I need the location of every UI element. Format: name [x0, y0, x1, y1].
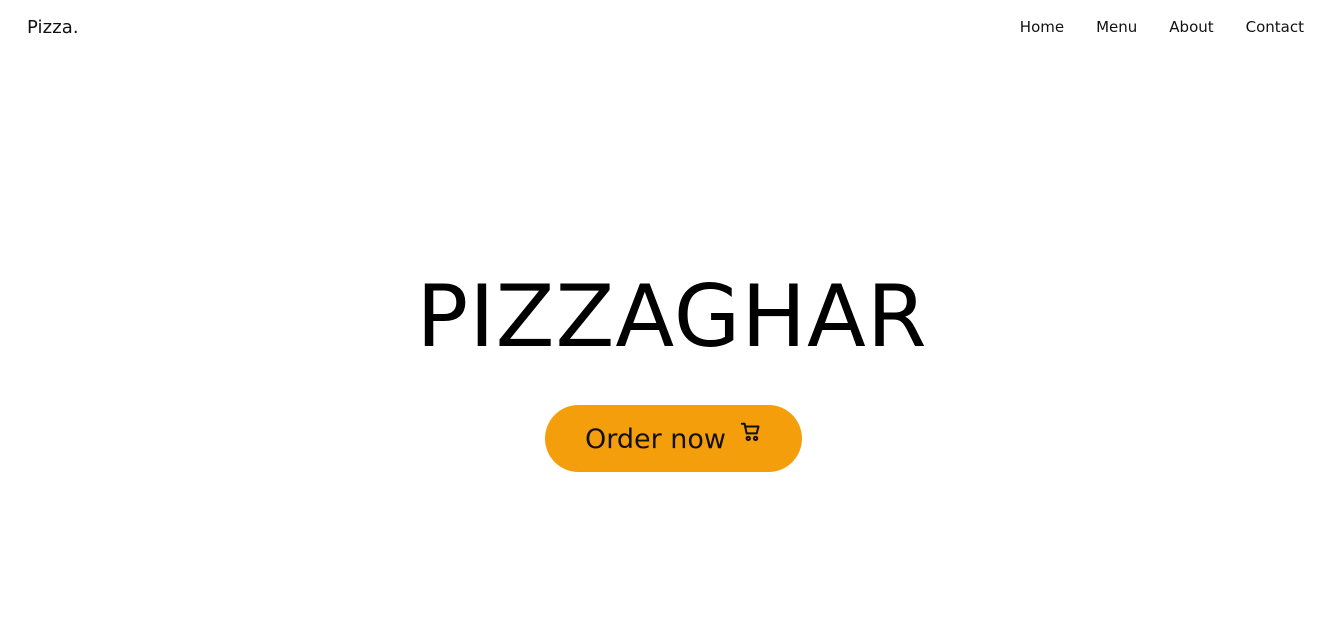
nav-links: Home Menu About Contact — [988, 17, 1304, 37]
cart-icon — [740, 421, 762, 443]
nav-item-home: Home — [1020, 17, 1064, 37]
order-now-label: Order now — [584, 424, 727, 455]
nav-link-contact[interactable]: Contact — [1246, 18, 1304, 36]
nav-link-menu[interactable]: Menu — [1096, 18, 1137, 36]
hero-title: PIZZAGHAR — [416, 267, 928, 367]
navbar: Pizza. Home Menu About Contact — [0, 0, 1344, 56]
nav-item-contact: Contact — [1246, 17, 1304, 37]
order-now-button[interactable]: Order now — [545, 405, 802, 472]
page: Pizza. Home Menu About Contact PIZZAGHAR… — [0, 0, 1344, 618]
nav-item-about: About — [1169, 17, 1213, 37]
brand-logo[interactable]: Pizza. — [27, 16, 79, 40]
nav-item-menu: Menu — [1096, 17, 1137, 37]
nav-link-home[interactable]: Home — [1020, 18, 1064, 36]
nav-link-about[interactable]: About — [1169, 18, 1213, 36]
